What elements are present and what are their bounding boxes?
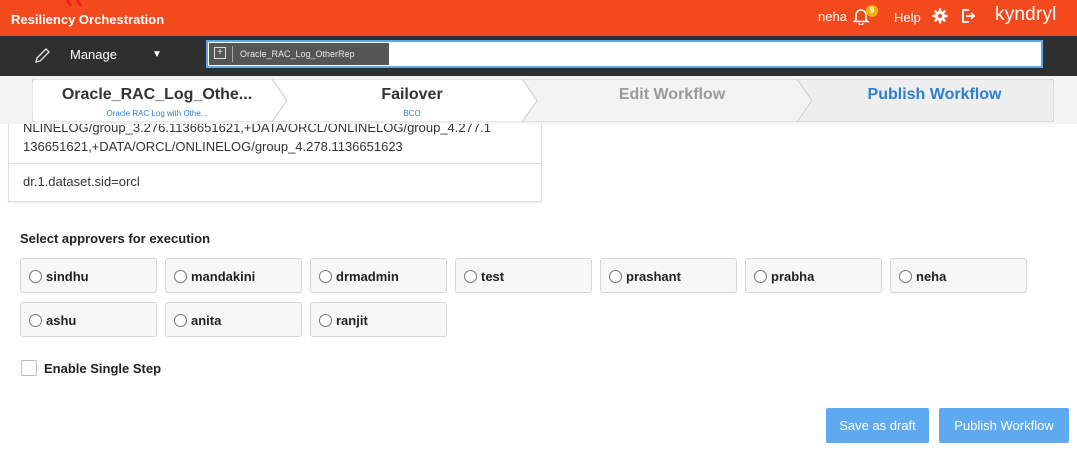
radio-button[interactable] bbox=[754, 270, 767, 283]
step-2-title[interactable]: Failover bbox=[302, 86, 522, 104]
approver-option[interactable]: anita bbox=[165, 302, 302, 337]
approver-name: test bbox=[481, 269, 505, 284]
approver-option[interactable]: ashu bbox=[20, 302, 157, 337]
toolbar: Manage ▼ + Oracle_RAC_Log_OtherRep bbox=[0, 36, 1077, 76]
chip-label: Oracle_RAC_Log_OtherRep bbox=[240, 49, 355, 59]
top-bar: Resiliency Orchestration neha 9 Help kyn… bbox=[0, 0, 1077, 36]
approver-name: sindhu bbox=[46, 269, 89, 284]
step-4-title[interactable]: Publish Workflow bbox=[822, 86, 1047, 104]
user-name[interactable]: neha bbox=[818, 9, 847, 24]
radio-button[interactable] bbox=[29, 270, 42, 283]
approver-name: ranjit bbox=[336, 313, 368, 328]
approver-option[interactable]: ranjit bbox=[310, 302, 447, 337]
step-1-title[interactable]: Oracle_RAC_Log_Othe... bbox=[52, 86, 262, 104]
app-title: Resiliency Orchestration bbox=[11, 12, 165, 27]
approver-name: mandakini bbox=[191, 269, 256, 284]
approver-name: ashu bbox=[46, 313, 77, 328]
gear-icon[interactable] bbox=[932, 8, 948, 24]
brand-accent-mark bbox=[65, 0, 83, 6]
approver-name: prabha bbox=[771, 269, 815, 284]
approver-option[interactable]: test bbox=[455, 258, 592, 293]
help-link[interactable]: Help bbox=[894, 10, 921, 25]
save-draft-button[interactable]: Save as draft bbox=[826, 408, 929, 443]
notification-badge: 9 bbox=[866, 5, 878, 17]
expand-icon[interactable]: + bbox=[214, 47, 226, 59]
radio-button[interactable] bbox=[609, 270, 622, 283]
workflow-search-input[interactable]: + Oracle_RAC_Log_OtherRep bbox=[206, 40, 1043, 68]
approver-option[interactable]: drmadmin bbox=[310, 258, 447, 293]
logout-icon[interactable] bbox=[960, 8, 976, 24]
approver-option[interactable]: prabha bbox=[745, 258, 882, 293]
approver-option[interactable]: mandakini bbox=[165, 258, 302, 293]
approver-name: drmadmin bbox=[336, 269, 399, 284]
radio-button[interactable] bbox=[319, 270, 332, 283]
approver-option[interactable]: neha bbox=[890, 258, 1027, 293]
radio-button[interactable] bbox=[464, 270, 477, 283]
step-1-subtitle: Oracle RAC Log with Othe... bbox=[106, 109, 208, 118]
radio-button[interactable] bbox=[899, 270, 912, 283]
single-step-label: Enable Single Step bbox=[44, 361, 162, 376]
chevron-down-icon[interactable]: ▼ bbox=[152, 49, 162, 60]
publish-workflow-button[interactable]: Publish Workflow bbox=[939, 408, 1069, 443]
workflow-steps: Oracle_RAC_Log_Othe... Oracle RAC Log wi… bbox=[32, 79, 1054, 122]
step-2-subtitle: BCO bbox=[403, 109, 421, 118]
step-3-title: Edit Workflow bbox=[618, 86, 726, 103]
dataset-text-line-2: 136651621,+DATA/ORCL/ONLINELOG/group_4.2… bbox=[23, 139, 403, 154]
chip-divider bbox=[232, 46, 233, 62]
radio-button[interactable] bbox=[319, 314, 332, 327]
approver-option[interactable]: sindhu bbox=[20, 258, 157, 293]
dataset-sid: dr.1.dataset.sid=orcl bbox=[23, 174, 140, 189]
breadcrumb-chip[interactable]: + Oracle_RAC_Log_OtherRep bbox=[209, 43, 389, 65]
single-step-checkbox[interactable] bbox=[21, 360, 37, 376]
approver-name: neha bbox=[916, 269, 947, 284]
approver-name: anita bbox=[191, 313, 222, 328]
radio-button[interactable] bbox=[174, 270, 187, 283]
brand-logo: kyndryl bbox=[995, 4, 1057, 25]
approvers-title: Select approvers for execution bbox=[20, 231, 211, 246]
pencil-icon bbox=[35, 48, 50, 63]
radio-button[interactable] bbox=[29, 314, 42, 327]
dataset-details-card: NLINELOG/group_3.276.1136651621,+DATA/OR… bbox=[8, 124, 542, 202]
dataset-text-line-1: NLINELOG/group_3.276.1136651621,+DATA/OR… bbox=[23, 124, 491, 135]
card-divider bbox=[9, 163, 541, 164]
approver-option[interactable]: prashant bbox=[600, 258, 737, 293]
radio-button[interactable] bbox=[174, 314, 187, 327]
approver-name: prashant bbox=[626, 269, 681, 284]
manage-menu[interactable]: Manage bbox=[70, 47, 117, 62]
